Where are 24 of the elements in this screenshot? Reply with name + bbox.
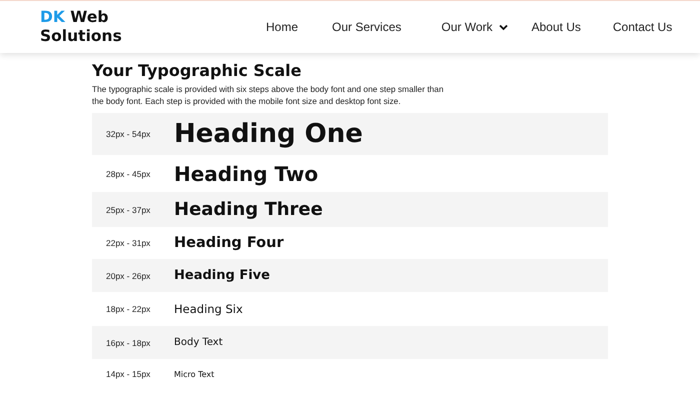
sample-text: Heading Six <box>174 302 243 316</box>
sample-text: Body Text <box>174 337 223 348</box>
font-size-range: 18px - 22px <box>105 304 152 314</box>
nav-link[interactable]: About Us <box>532 16 581 38</box>
nav-link[interactable]: Contact Us <box>612 16 672 38</box>
font-size-range: 22px - 31px <box>105 238 152 248</box>
font-size-range: 20px - 26px <box>105 270 152 280</box>
sample-text: Heading Three <box>174 199 323 220</box>
font-size-range: 25px - 37px <box>105 204 152 214</box>
section-title: Your Typographic Scale <box>92 61 303 80</box>
nav-link[interactable]: Home <box>266 16 298 38</box>
sample-text: Heading Five <box>174 268 270 283</box>
section-description: The typographic scale is provided with six steps above the body font and one step smaller than the body font. Each step is provided with the mobile font size and desktop font size. <box>92 84 444 107</box>
font-size-range: 16px - 18px <box>105 338 152 348</box>
nav-link[interactable]: Our Work <box>441 16 508 38</box>
sample-text: Micro Text <box>174 370 214 378</box>
font-size-range: 32px - 54px <box>105 129 152 139</box>
font-size-range: 28px - 45px <box>105 168 152 178</box>
site-logo[interactable]: DK Web Solutions <box>40 8 130 46</box>
sample-text: Heading Four <box>174 235 284 251</box>
sample-text: Heading Two <box>174 162 318 186</box>
nav-link[interactable]: Our Services <box>332 16 402 38</box>
font-size-range: 14px - 15px <box>105 369 152 379</box>
sample-text: Heading One <box>174 119 363 149</box>
